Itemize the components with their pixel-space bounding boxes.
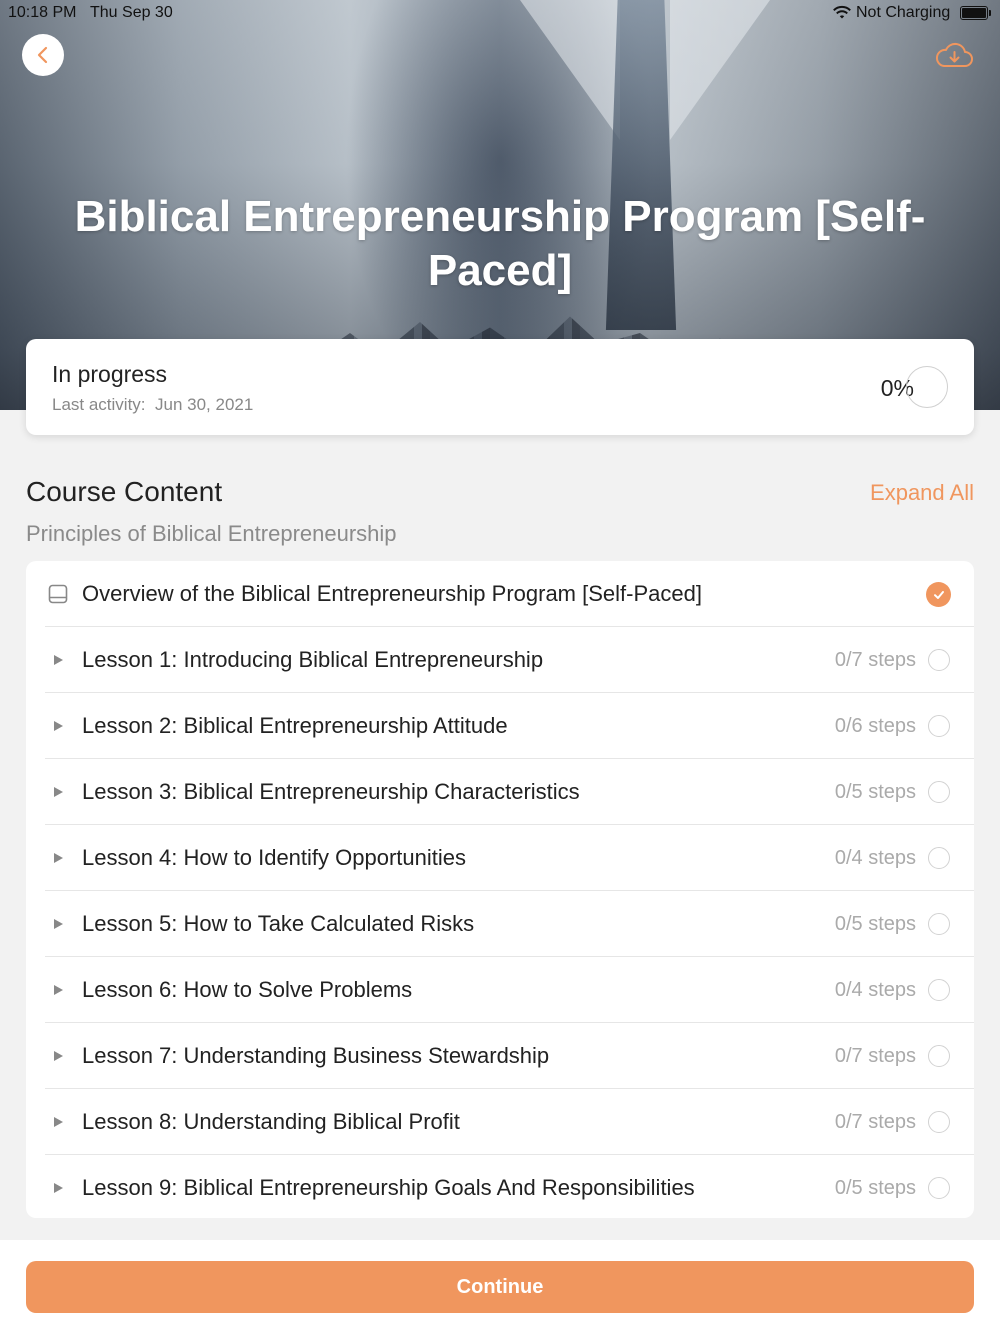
- lesson-status-circle: [928, 1045, 950, 1067]
- lesson-item-9[interactable]: Lesson 9: Biblical Entrepreneurship Goal…: [45, 1155, 974, 1221]
- lesson-status-circle: [928, 1111, 950, 1133]
- lesson-steps: 0/4 steps: [834, 847, 916, 869]
- lesson-label: Lesson 2: Biblical Entrepreneurship Atti…: [82, 713, 508, 738]
- section-title: Course Content: [26, 476, 223, 507]
- bottom-bar: Continue: [0, 1240, 1000, 1334]
- last-activity-label: Last activity:: [52, 395, 146, 414]
- check-icon: [926, 582, 951, 607]
- lesson-status-circle: [928, 781, 950, 803]
- lesson-label: Lesson 6: How to Solve Problems: [82, 977, 413, 1002]
- lesson-steps: 0/5 steps: [834, 913, 916, 935]
- overview-item[interactable]: Overview of the Biblical Entrepreneurshi…: [45, 561, 974, 627]
- charging-status: Not Charging: [856, 4, 951, 21]
- lesson-label: Lesson 5: How to Take Calculated Risks: [82, 911, 475, 936]
- lesson-status-circle: [928, 913, 950, 935]
- lesson-item-5[interactable]: Lesson 5: How to Take Calculated Risks 0…: [45, 891, 974, 957]
- expand-all-button[interactable]: Expand All: [840, 480, 974, 506]
- status-date: Thu Sep 30: [90, 4, 173, 21]
- progress-ring: [906, 366, 948, 408]
- lesson-label: Lesson 7: Understanding Business Steward…: [82, 1043, 550, 1068]
- triangle-right-icon[interactable]: [45, 1023, 71, 1089]
- lesson-label: Lesson 8: Understanding Biblical Profit: [82, 1109, 460, 1134]
- triangle-right-icon[interactable]: [45, 1089, 71, 1155]
- lesson-steps: 0/4 steps: [834, 979, 916, 1001]
- lesson-steps: 0/5 steps: [834, 1177, 916, 1199]
- triangle-right-icon[interactable]: [45, 693, 71, 759]
- lesson-status-circle: [928, 847, 950, 869]
- lesson-item-6[interactable]: Lesson 6: How to Solve Problems 0/4 step…: [45, 957, 974, 1023]
- lesson-item-4[interactable]: Lesson 4: How to Identify Opportunities …: [45, 825, 974, 891]
- triangle-right-icon[interactable]: [45, 957, 71, 1023]
- course-title: Biblical Entrepreneurship Program [Self-…: [74, 192, 926, 295]
- last-activity: Last activity: Jun 30, 2021: [52, 395, 253, 415]
- last-activity-date: Jun 30, 2021: [155, 395, 254, 414]
- chevron-left-icon: [37, 46, 48, 64]
- lesson-item-8[interactable]: Lesson 8: Understanding Biblical Profit …: [45, 1089, 974, 1155]
- progress-status: In progress: [52, 361, 168, 387]
- back-button[interactable]: [22, 34, 64, 76]
- lesson-steps: 0/7 steps: [834, 1111, 916, 1133]
- triangle-right-icon[interactable]: [45, 1155, 71, 1221]
- battery-icon: [960, 6, 991, 20]
- progress-percent: 0%: [880, 375, 914, 401]
- triangle-right-icon[interactable]: [45, 891, 71, 957]
- lesson-item-2[interactable]: Lesson 2: Biblical Entrepreneurship Atti…: [45, 693, 974, 759]
- lesson-status-circle: [928, 649, 950, 671]
- triangle-right-icon[interactable]: [45, 627, 71, 693]
- lesson-steps: 0/5 steps: [834, 781, 916, 803]
- status-time: 10:18 PM: [8, 4, 77, 21]
- lesson-item-1[interactable]: Lesson 1: Introducing Biblical Entrepren…: [45, 627, 974, 693]
- continue-button[interactable]: Continue: [26, 1261, 974, 1313]
- lesson-label: Lesson 1: Introducing Biblical Entrepren…: [82, 647, 544, 672]
- module-title: Principles of Biblical Entrepreneurship: [26, 521, 397, 546]
- lesson-item-3[interactable]: Lesson 3: Biblical Entrepreneurship Char…: [45, 759, 974, 825]
- lesson-status-circle: [928, 1177, 950, 1199]
- lesson-label: Lesson 4: How to Identify Opportunities: [82, 845, 466, 870]
- lesson-label: Lesson 3: Biblical Entrepreneurship Char…: [82, 779, 580, 804]
- wifi-icon: [833, 5, 851, 19]
- lesson-steps: 0/6 steps: [834, 715, 916, 737]
- book-icon: [45, 561, 71, 627]
- triangle-right-icon[interactable]: [45, 759, 71, 825]
- overview-label: Overview of the Biblical Entrepreneurshi…: [82, 581, 702, 606]
- lesson-status-circle: [928, 715, 950, 737]
- lesson-status-circle: [928, 979, 950, 1001]
- cloud-download-icon[interactable]: [934, 40, 974, 72]
- lesson-steps: 0/7 steps: [834, 1045, 916, 1067]
- lesson-label: Lesson 9: Biblical Entrepreneurship Goal…: [82, 1175, 695, 1200]
- triangle-right-icon[interactable]: [45, 825, 71, 891]
- lesson-item-7[interactable]: Lesson 7: Understanding Business Steward…: [45, 1023, 974, 1089]
- lesson-list: Overview of the Biblical Entrepreneurshi…: [26, 561, 974, 1218]
- progress-card: In progress Last activity: Jun 30, 2021 …: [26, 339, 974, 435]
- status-bar: 10:18 PM Thu Sep 30 Not Charging: [0, 0, 1000, 26]
- lesson-steps: 0/7 steps: [834, 649, 916, 671]
